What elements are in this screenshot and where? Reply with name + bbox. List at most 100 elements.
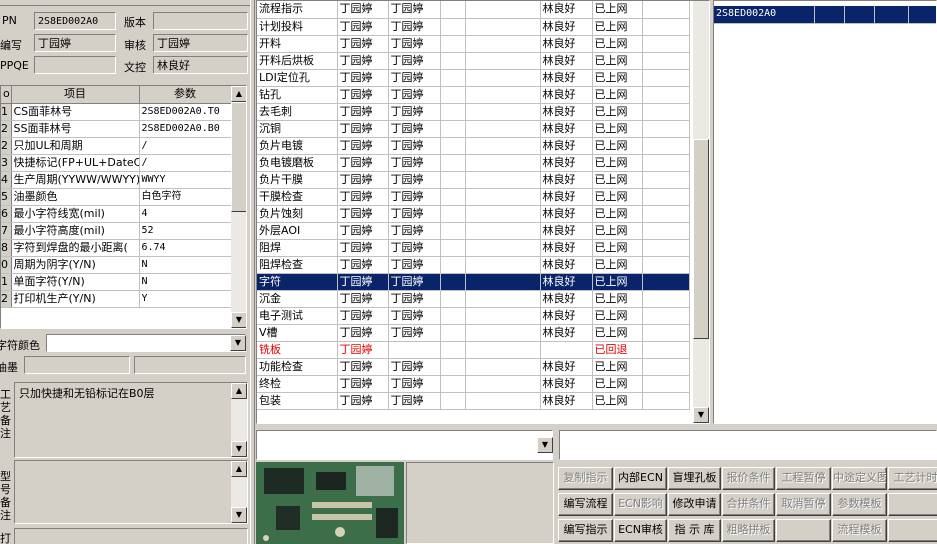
table-row[interactable]: 负片干膜 丁园婷 丁园婷 林良好 已上网 (257, 171, 690, 189)
action-button[interactable]: 参数模板 (832, 493, 887, 516)
params-row[interactable]: 5 油墨颜色 白色字符 (1, 188, 232, 206)
params-row[interactable]: 1 单面字符(Y/N) N (1, 273, 232, 291)
search-field[interactable] (559, 430, 937, 460)
preview-box[interactable] (406, 462, 554, 544)
chevron-down-icon[interactable]: ▼ (230, 335, 246, 351)
table-row[interactable]: 铣板 丁园婷 已回退 (257, 341, 690, 359)
table-row[interactable]: 干膜检查 丁园婷 丁园婷 林良好 已上网 (257, 188, 690, 206)
params-row[interactable]: 1 CS面菲林号 2S8ED002A0.T0 (1, 103, 232, 121)
review-field[interactable]: 丁园婷 (153, 34, 248, 52)
params-row[interactable]: 4 生产周期(YYWW/WWYY) WWYY (1, 171, 232, 189)
table-row[interactable]: 功能检查 丁园婷 丁园婷 林良好 已上网 (257, 358, 690, 376)
params-row[interactable]: 2 SS面菲林号 2S8ED002A0.B0 (1, 120, 232, 138)
table-row[interactable]: 负片电镀 丁园婷 丁园婷 林良好 已上网 (257, 137, 690, 155)
params-col-item[interactable]: 项目 (11, 86, 140, 104)
params-scrollbar[interactable]: ▲ ▼ (231, 86, 246, 328)
scroll-down-icon[interactable]: ▼ (231, 312, 246, 328)
ink-field-2[interactable] (134, 356, 246, 374)
table-row[interactable]: 流程指示 丁园婷 丁园婷 林良好 已上网 (257, 1, 690, 19)
table-cell: 已上网 (592, 188, 643, 206)
list-item[interactable]: 2S8ED002A0 (714, 6, 936, 24)
table-row[interactable]: 钻孔 丁园婷 丁园婷 林良好 已上网 (257, 86, 690, 104)
action-button[interactable]: 报价条件 (722, 467, 775, 490)
table-row[interactable]: V槽 丁园婷 丁园婷 林良好 已上网 (257, 324, 690, 342)
process-scrollbar[interactable]: ▼ (693, 1, 709, 423)
action-button[interactable]: 合拼条件 (722, 493, 775, 516)
pn-field[interactable]: 2S8ED002A0 (34, 12, 116, 30)
action-button[interactable]: 编写指示 (558, 519, 613, 542)
action-button[interactable]: 取消暂停 (776, 493, 831, 516)
filter-combo[interactable] (256, 430, 553, 460)
action-button[interactable]: 中途定义图 (832, 467, 887, 490)
process-grid[interactable]: 流程指示 丁园婷 丁园婷 林良好 已上网 计划投料 丁园婷 丁园婷 林良好 已上网 开料 丁园婷 丁园婷… (256, 0, 710, 424)
table-row[interactable]: 计划投料 丁园婷 丁园婷 林良好 已上网 (257, 18, 690, 36)
params-row[interactable]: 7 最小字符高度(mil) 52 (1, 222, 232, 240)
table-row[interactable]: 沉金 丁园婷 丁园婷 林良好 已上网 (257, 290, 690, 308)
table-row[interactable]: 包装 丁园婷 丁园婷 林良好 已上网 (257, 392, 690, 410)
params-row[interactable]: 8 字符到焊盘的最小距离(6.74 (1, 239, 232, 257)
table-row[interactable]: 电子测试 丁园婷 丁园婷 林良好 已上网 (257, 307, 690, 325)
scroll-down-icon[interactable]: ▼ (231, 441, 247, 457)
action-button[interactable]: 指 示 库 (668, 519, 721, 542)
action-button[interactable]: ECN影响 (614, 493, 667, 516)
action-button[interactable]: 盲埋孔板 (668, 467, 721, 490)
scroll-thumb[interactable] (693, 139, 709, 339)
params-item-cell: 最小字符线宽(mil) (11, 205, 140, 223)
model-note-box[interactable]: ▲ ▼ (14, 460, 248, 524)
params-col-value[interactable]: 参数 (139, 86, 232, 104)
params-row[interactable]: 2 只加UL和周期 / (1, 137, 232, 155)
process-note-scrollbar[interactable]: ▲ ▼ (231, 383, 247, 457)
action-button[interactable]: 修改申请 (668, 493, 721, 516)
table-row[interactable]: 阻焊检查 丁园婷 丁园婷 林良好 已上网 (257, 256, 690, 274)
model-note-scrollbar[interactable]: ▲ ▼ (231, 461, 247, 523)
table-row[interactable]: 去毛刺 丁园婷 丁园婷 林良好 已上网 (257, 103, 690, 121)
action-button[interactable]: 工程暂停 (776, 467, 831, 490)
version-field[interactable] (153, 12, 248, 30)
params-grid[interactable]: o 项目 参数 1 CS面菲林号 2S8ED002A0.T0 2 SS面菲林号 2S8ED… (0, 85, 247, 329)
action-button[interactable]: 粗略拼板 (722, 519, 775, 542)
action-button[interactable]: 复制指示 (558, 467, 613, 490)
scroll-up-icon[interactable]: ▲ (231, 86, 246, 102)
scroll-down-icon[interactable]: ▼ (693, 407, 709, 423)
table-row[interactable]: 外层AOI 丁园婷 丁园婷 林良好 已上网 (257, 222, 690, 240)
table-row[interactable]: 沉铜 丁园婷 丁园婷 林良好 已上网 (257, 120, 690, 138)
scroll-thumb[interactable] (231, 102, 246, 212)
right-list[interactable]: 2S8ED002A0 (713, 0, 937, 424)
doc-control-label: 文控 (124, 61, 146, 74)
table-row[interactable]: 负片蚀刻 丁园婷 丁园婷 林良好 已上网 (257, 205, 690, 223)
doc-control-field[interactable]: 林良好 (153, 56, 248, 74)
action-button[interactable]: ECN审核 (614, 519, 667, 542)
table-row[interactable]: 阻焊 丁园婷 丁园婷 林良好 已上网 (257, 239, 690, 257)
params-row[interactable]: 0 周期为阴字(Y/N) N (1, 256, 232, 274)
scroll-down-icon[interactable]: ▼ (231, 507, 247, 523)
process-note-box[interactable]: 只加快捷和无铅标记在B0层 ▲ ▼ (14, 382, 248, 458)
action-button[interactable] (776, 519, 831, 542)
splitter[interactable] (250, 0, 255, 544)
action-button[interactable]: 编写流程 (558, 493, 613, 516)
ink-field-1[interactable] (24, 356, 130, 374)
table-row[interactable]: 开料 丁园婷 丁园婷 林良好 已上网 (257, 35, 690, 53)
table-row[interactable]: LDI定位孔 丁园婷 丁园婷 林良好 已上网 (257, 69, 690, 87)
print-box[interactable] (14, 528, 248, 544)
action-button[interactable]: 流程模板 (832, 519, 887, 542)
params-row[interactable]: 2 打印机生产(Y/N) Y (1, 290, 232, 308)
table-row[interactable]: 负电镀磨板 丁园婷 丁园婷 林良好 已上网 (257, 154, 690, 172)
char-color-select[interactable] (46, 334, 246, 352)
table-cell: 沉金 (257, 290, 338, 308)
params-row[interactable]: 6 最小字符线宽(mil) 4 (1, 205, 232, 223)
action-button[interactable] (888, 519, 937, 542)
table-row[interactable]: 开料后烘板 丁园婷 丁园婷 林良好 已上网 (257, 52, 690, 70)
table-row[interactable]: 字符 丁园婷 丁园婷 林良好 已上网 (257, 273, 690, 291)
action-button[interactable]: 工艺计时 (888, 467, 937, 490)
action-button[interactable]: 内部ECN (614, 467, 667, 490)
ppqe-field[interactable] (34, 56, 116, 74)
action-button[interactable] (888, 493, 937, 516)
table-row[interactable]: 终检 丁园婷 丁园婷 林良好 已上网 (257, 375, 690, 393)
author-field[interactable]: 丁园婷 (34, 34, 116, 52)
params-col-no[interactable]: o (1, 86, 12, 104)
model-note-label: 型号备注 (0, 470, 11, 522)
chevron-down-icon[interactable]: ▼ (537, 437, 553, 453)
scroll-up-icon[interactable]: ▲ (231, 461, 247, 477)
scroll-up-icon[interactable]: ▲ (231, 383, 247, 399)
params-row[interactable]: 3 快捷标记(FP+UL+DateCo / (1, 154, 232, 172)
